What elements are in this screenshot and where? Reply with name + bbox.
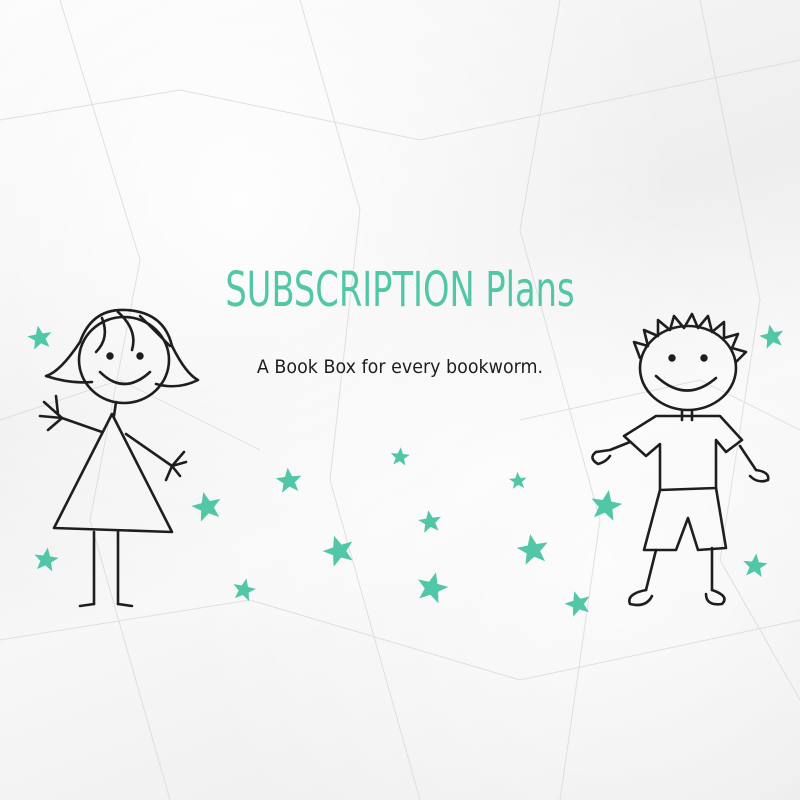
star-icon (561, 587, 594, 619)
star-icon (274, 466, 303, 494)
star-icon (757, 322, 787, 350)
star-icon (319, 530, 358, 569)
star-icon (389, 446, 411, 466)
star-icon (508, 471, 528, 490)
star-icon (416, 508, 443, 534)
star-icon (588, 487, 625, 522)
star-icon (32, 545, 60, 572)
star-icon (514, 531, 551, 566)
star-icon (188, 488, 225, 523)
stick-figure-boy (591, 312, 770, 607)
illustration-layer (25, 308, 787, 619)
star-icon (413, 568, 452, 605)
star-icon (230, 575, 258, 602)
stick-figure-girl (38, 308, 200, 608)
star-icon (25, 323, 54, 351)
star-icon (741, 552, 769, 578)
